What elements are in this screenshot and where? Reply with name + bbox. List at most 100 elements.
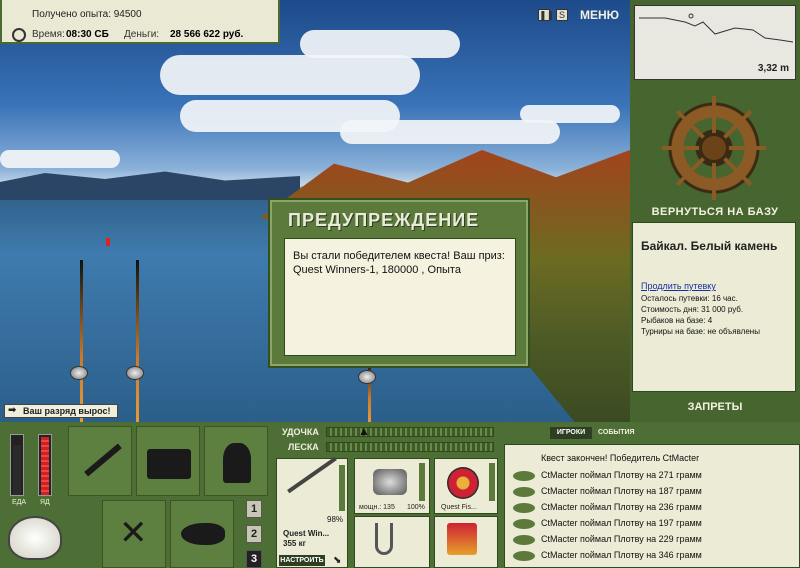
dialog-title: ПРЕДУПРЕЖДЕНИЕ <box>288 210 480 230</box>
log-entry: CtMacter поймал Плотву на 271 грамм <box>541 470 702 480</box>
rod-condition-bar <box>339 465 345 511</box>
food-label: ЕДА <box>12 499 27 506</box>
food-bowl-icon[interactable] <box>8 516 62 560</box>
fork-knife-icon: ✕ <box>119 514 148 552</box>
base-name: Байкал. Белый камень <box>641 239 778 253</box>
extend-pass-link[interactable]: Продлить путевку <box>641 281 716 291</box>
menu-button[interactable]: МЕНЮ <box>580 8 619 22</box>
dialog-message: Вы стали победителем квеста! Ваш приз: Q… <box>284 238 516 356</box>
bait-slot[interactable] <box>434 516 498 568</box>
tension-marker-icon: ▲ <box>358 424 370 438</box>
depth-value: 3,32 m <box>757 63 789 74</box>
rod-slot[interactable]: 98% Quest Win... 355 кг НАСТРОИТЬ ⬊ <box>276 456 348 568</box>
food-meter <box>10 434 24 496</box>
fish-icon <box>513 519 535 529</box>
pause-icon[interactable]: ❚❚ <box>538 9 554 21</box>
reel-condition-bar <box>419 463 425 501</box>
resize-icon: ⬊ <box>333 555 342 566</box>
slot-2-button[interactable]: 2 <box>246 525 262 543</box>
rod-weight: 355 кг <box>283 539 306 548</box>
players-tabs: ИГРОКИ СОБЫТИЯ <box>504 422 800 444</box>
fish-icon <box>181 523 225 545</box>
fish-icon <box>513 471 535 481</box>
events-log: Квест закончен! Победитель CtMacter CtMa… <box>504 444 800 568</box>
cloud <box>0 150 120 168</box>
fish-cage-button[interactable] <box>170 500 234 568</box>
hook-slot[interactable] <box>354 516 430 568</box>
line-slot[interactable]: Quest Fis... <box>434 458 498 514</box>
tournaments-info: Турниры на базе: не объявлены <box>641 327 760 336</box>
setup-button[interactable]: НАСТРОИТЬ <box>279 555 325 566</box>
money-label: Деньги: <box>124 29 160 40</box>
rank-up-badge[interactable]: ➡ Ваш разряд вырос! <box>4 404 118 418</box>
log-entry: CtMacter поймал Плотву на 236 грамм <box>541 502 702 512</box>
reel-power: мощн.: 135 <box>359 504 395 511</box>
rank-up-text: Ваш разряд вырос! <box>23 406 111 416</box>
slot-1-button[interactable]: 1 <box>246 500 262 518</box>
cloud <box>520 105 620 123</box>
line-tension-bar <box>326 442 494 452</box>
money-value: 28 566 622 руб. <box>170 29 244 40</box>
warning-dialog[interactable]: ПРЕДУПРЕЖДЕНИЕ Вы стали победителем квес… <box>268 198 530 368</box>
reel-icon <box>373 469 407 495</box>
float-marker-icon <box>688 13 694 19</box>
sound-icon[interactable]: S <box>556 9 568 21</box>
cloud <box>300 30 460 58</box>
reel-icon <box>126 366 144 380</box>
reel-slot[interactable]: мощн.: 135 100% <box>354 458 430 514</box>
fishing-rod-2[interactable] <box>136 260 139 422</box>
rod-icon <box>84 443 122 477</box>
bans-button[interactable]: ЗАПРЕТЫ <box>640 401 790 413</box>
fish-icon <box>513 503 535 513</box>
tackle-button[interactable] <box>68 426 132 496</box>
fisherman-button[interactable] <box>204 426 268 496</box>
cloud <box>160 55 420 95</box>
line-condition-bar <box>489 463 495 501</box>
float-icon[interactable] <box>106 238 110 246</box>
time-value: 08:30 СБ <box>66 29 109 40</box>
fish-icon <box>513 551 535 561</box>
cooking-button[interactable]: ✕ <box>102 500 166 568</box>
rod-name: Quest Win... <box>283 529 330 538</box>
clock-icon <box>12 28 26 42</box>
day-cost: Стоимость дня: 31 000 руб. <box>641 305 744 314</box>
pass-remaining: Осталось путевки: 16 час. <box>641 294 738 303</box>
anglers-count: Рыбаков на базе: 4 <box>641 316 713 325</box>
reel-icon <box>358 370 376 384</box>
depth-graph: 3,32 m <box>634 5 796 80</box>
base-info-box: Байкал. Белый камень Продлить путевку Ос… <box>632 222 796 392</box>
tab-events[interactable]: СОБЫТИЯ <box>598 429 635 436</box>
time-label: Время: <box>32 29 65 40</box>
tackle-box-button[interactable] <box>136 426 200 496</box>
return-to-base-button[interactable]: ВЕРНУТЬСЯ НА БАЗУ <box>640 206 790 218</box>
rod-label: УДОЧКА <box>282 427 319 437</box>
fish-icon <box>513 487 535 497</box>
reel-icon <box>70 366 88 380</box>
line-label: ЛЕСКА <box>288 442 319 452</box>
reel-percent: 100% <box>407 504 425 511</box>
distant-hills <box>0 171 300 200</box>
fisherman-icon <box>223 443 251 483</box>
hook-icon <box>375 523 393 555</box>
log-entry: CtMacter поймал Плотву на 346 грамм <box>541 550 702 560</box>
cloud <box>340 120 560 144</box>
log-entry: CtMacter поймал Плотву на 229 грамм <box>541 534 702 544</box>
tab-players[interactable]: ИГРОКИ <box>550 427 592 439</box>
fishing-rod-1[interactable] <box>80 260 83 422</box>
bait-pack-icon <box>447 523 477 555</box>
player-info-panel: Получено опыта: 94500 Время: 08:30 СБ Де… <box>0 0 280 44</box>
log-entry: CtMacter поймал Плотву на 187 грамм <box>541 486 702 496</box>
line-spool-icon <box>447 467 479 499</box>
log-entry: CtMacter поймал Плотву на 197 грамм <box>541 518 702 528</box>
line-name: Quest Fis... <box>441 504 477 511</box>
poison-meter <box>38 434 52 496</box>
slot-3-button[interactable]: 3 <box>246 550 262 568</box>
ship-wheel-icon[interactable] <box>662 96 766 200</box>
fish-icon <box>513 535 535 545</box>
rod-strength-bar <box>326 427 494 437</box>
rod-icon <box>287 456 337 494</box>
rod-percent: 98% <box>327 515 344 524</box>
experience-text: Получено опыта: 94500 <box>32 9 142 20</box>
poison-label: ЯД <box>40 499 50 506</box>
arrow-right-icon: ➡ <box>8 405 17 416</box>
